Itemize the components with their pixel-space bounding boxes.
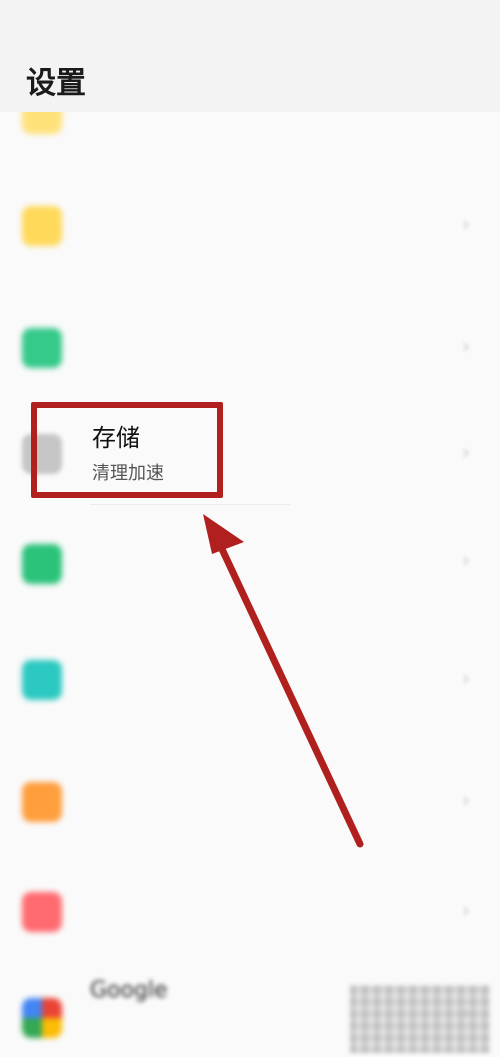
settings-item-battery[interactable]: ›	[0, 308, 500, 398]
security-icon	[22, 660, 62, 700]
highlight-box	[31, 402, 223, 498]
settings-item-assist[interactable]: ›	[0, 762, 500, 852]
chevron-right-icon: ›	[462, 334, 470, 358]
settings-item-apps[interactable]: ›	[0, 170, 500, 290]
account-icon	[22, 892, 62, 932]
settings-item-device[interactable]: ›	[0, 524, 500, 604]
header: 设置	[0, 40, 500, 112]
page-title: 设置	[26, 66, 86, 101]
chevron-right-icon: ›	[462, 788, 470, 812]
chevron-right-icon: ›	[462, 666, 470, 690]
status-bar	[0, 0, 500, 40]
settings-item-accounts[interactable]: ›	[0, 872, 500, 962]
notification-icon	[22, 112, 62, 134]
settings-item-notifications[interactable]	[0, 112, 500, 142]
chevron-right-icon: ›	[462, 212, 470, 236]
device-icon	[22, 544, 62, 584]
google-icon	[22, 998, 62, 1038]
chevron-right-icon: ›	[462, 898, 470, 922]
divider	[90, 504, 290, 505]
battery-icon	[22, 328, 62, 368]
watermark	[350, 985, 490, 1053]
app-icon	[22, 206, 62, 246]
settings-item-security[interactable]: ›	[0, 624, 500, 744]
chevron-right-icon: ›	[462, 440, 470, 464]
settings-item-title: Google	[90, 978, 168, 1003]
settings-list[interactable]: › › 存储 清理加速 › › › › › Google	[0, 112, 500, 1057]
assist-icon	[22, 782, 62, 822]
chevron-right-icon: ›	[462, 548, 470, 572]
